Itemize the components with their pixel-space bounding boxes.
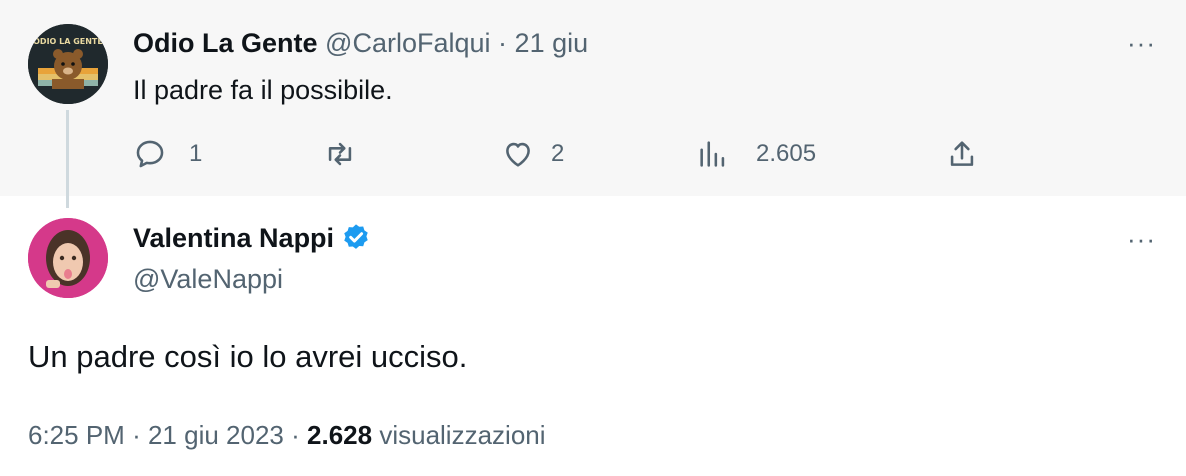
heart-icon	[506, 142, 530, 167]
like-button[interactable]: 2	[501, 137, 564, 171]
like-count: 2	[551, 140, 565, 167]
views-button[interactable]: 2.605	[696, 137, 816, 171]
reply-actions: 1 2 2.605	[133, 137, 983, 171]
tweet-meta: 6:25 PM · 21 giu 2023 · 2.628 visualizza…	[28, 420, 546, 451]
reply-separator: ·	[498, 28, 508, 58]
profile-photo-icon	[28, 218, 108, 298]
tweet-date[interactable]: 21 giu 2023	[148, 420, 284, 450]
reply-more-button[interactable]: ···	[1127, 28, 1156, 59]
tweet-handle[interactable]: @ValeNappi	[133, 264, 283, 295]
tweet-views-count[interactable]: 2.628	[307, 420, 372, 450]
thread-line	[66, 110, 69, 208]
comment-icon	[136, 140, 164, 168]
tweet-time[interactable]: 6:25 PM	[28, 420, 125, 450]
reply-count: 1	[189, 140, 203, 167]
reply-text: Il padre fa il possibile.	[133, 75, 393, 105]
reply-date[interactable]: 21 giu	[515, 28, 589, 58]
avatar[interactable]	[28, 218, 108, 298]
share-icon	[950, 141, 974, 166]
tweet-author: Valentina Nappi	[133, 222, 372, 254]
meta-separator: ·	[132, 420, 141, 450]
reply-button[interactable]: 1	[133, 137, 202, 171]
reply-header: Odio La Gente @CarloFalqui · 21 giu	[133, 28, 588, 59]
meta-separator: ·	[291, 420, 300, 450]
retweet-button[interactable]	[323, 137, 381, 171]
verified-badge-icon[interactable]	[340, 222, 372, 254]
avatar[interactable]: ODIO LA GENTE	[28, 24, 108, 104]
tweet-display-name[interactable]: Valentina Nappi	[133, 223, 334, 254]
tweet-text: Un padre così io lo avrei ucciso.	[28, 339, 468, 374]
tweet-views-label: visualizzazioni	[379, 420, 546, 450]
bear-logo-icon: ODIO LA GENTE	[28, 24, 108, 104]
bar-chart-icon	[700, 141, 725, 167]
avatar-text: ODIO LA GENTE	[33, 37, 103, 46]
reply-handle[interactable]: @CarloFalqui	[325, 28, 490, 58]
views-count: 2.605	[756, 140, 817, 167]
share-button[interactable]	[945, 137, 979, 171]
reply-display-name[interactable]: Odio La Gente	[133, 28, 318, 58]
tweet-more-button[interactable]: ···	[1127, 224, 1156, 255]
retweet-icon	[328, 142, 352, 166]
